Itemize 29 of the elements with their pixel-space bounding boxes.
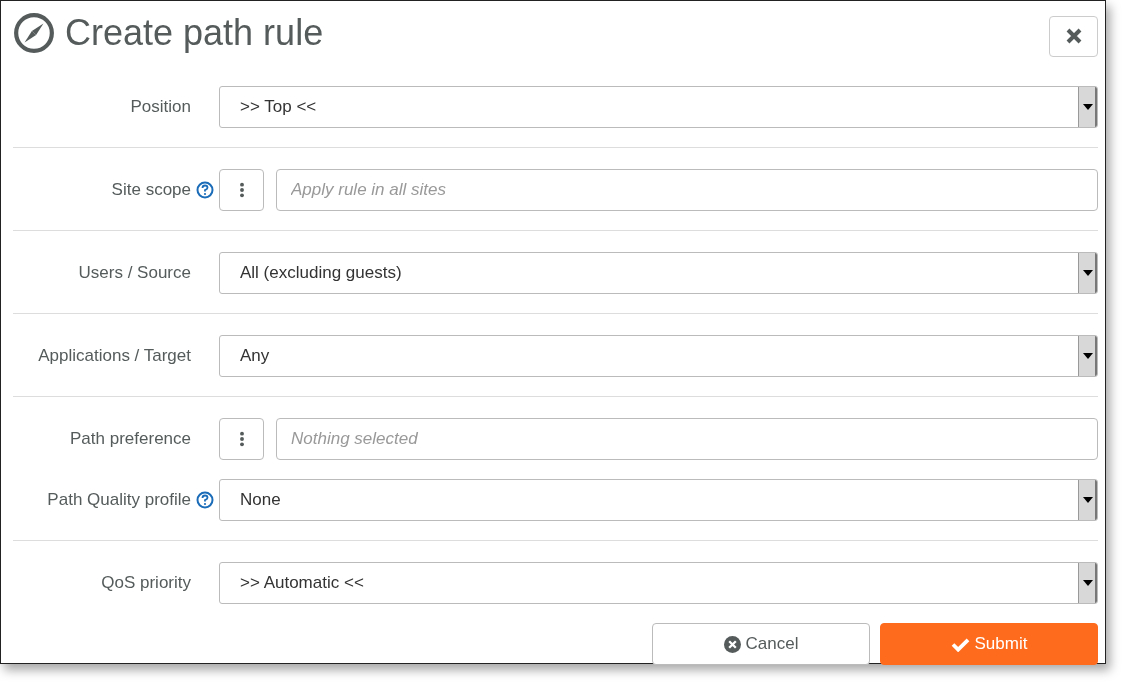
field-label: Path Quality profile — [47, 490, 191, 510]
field-label: QoS priority — [101, 573, 191, 593]
field-label: Site scope — [111, 180, 191, 200]
select-field[interactable]: All (excluding guests) — [219, 252, 1098, 294]
close-button[interactable] — [1049, 15, 1098, 57]
dialog-title: Create path rule — [65, 12, 324, 54]
select-field[interactable]: >> Top << — [219, 86, 1098, 128]
input-field[interactable]: Apply rule in all sites — [276, 169, 1098, 211]
compass-icon — [13, 12, 55, 54]
field-label: Users / Source — [78, 263, 191, 283]
help-icon[interactable] — [196, 181, 214, 199]
help-icon[interactable] — [196, 491, 214, 509]
input-field[interactable]: Nothing selected — [276, 418, 1098, 460]
dropdown-arrow-icon — [1083, 104, 1093, 110]
dropdown-arrow-icon — [1083, 353, 1093, 359]
dropdown-arrow-icon — [1083, 497, 1093, 503]
dropdown-arrow-icon — [1083, 580, 1093, 586]
field-label: Position — [130, 97, 191, 117]
select-field[interactable]: >> Automatic << — [219, 562, 1098, 604]
checkmark-icon — [950, 636, 970, 652]
field-label: Path preference — [70, 429, 191, 449]
close-circle-icon — [723, 635, 741, 653]
cancel-button[interactable]: Cancel — [652, 623, 870, 665]
field-label: Applications / Target — [38, 346, 191, 366]
dropdown-arrow-icon — [1083, 270, 1093, 276]
vertical-dots-icon — [238, 431, 245, 447]
vertical-dots-icon — [238, 182, 245, 198]
select-field[interactable]: None — [219, 479, 1098, 521]
select-field[interactable]: Any — [219, 335, 1098, 377]
